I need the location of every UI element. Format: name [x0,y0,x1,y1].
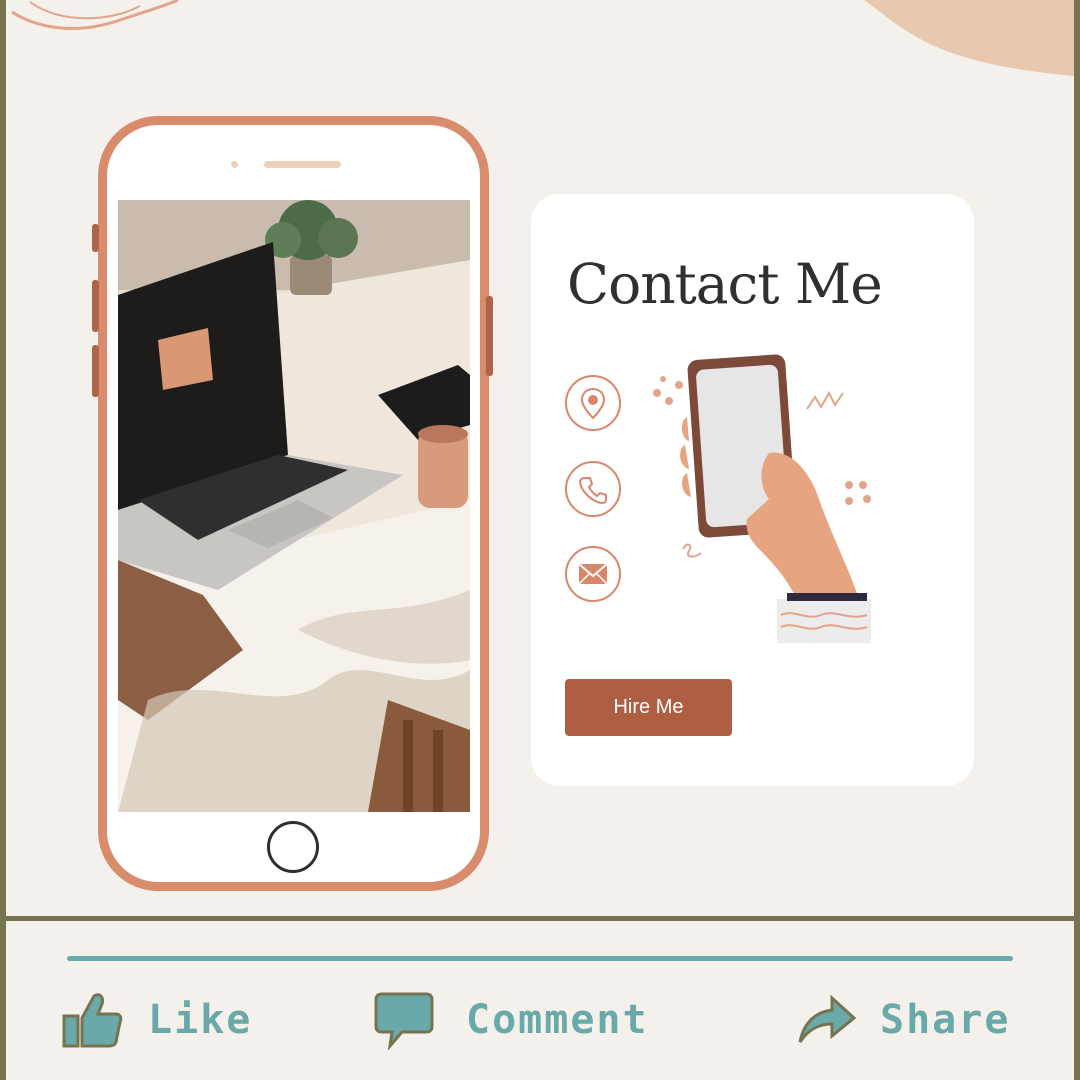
social-bar-line [67,956,1013,961]
share-label: Share [880,997,1011,1043]
share-action[interactable]: Share [796,985,1010,1055]
section-divider [0,916,1080,921]
phone-power-button [486,296,493,376]
phone-icon[interactable] [565,461,621,517]
thumbs-up-icon [62,993,123,1048]
phone-camera [231,161,238,168]
like-action[interactable]: Like [60,985,252,1055]
home-button[interactable] [267,821,319,873]
phone-screen-photo [118,200,470,812]
like-label: Like [148,997,253,1043]
phone-side-button [92,280,99,332]
hire-me-button[interactable]: Hire Me [565,679,732,736]
comment-action[interactable]: Comment [374,985,649,1055]
phone-side-button [92,345,99,397]
mail-icon[interactable] [565,546,621,602]
share-arrow-icon [798,994,856,1043]
comment-label: Comment [466,997,649,1043]
phone-speaker [264,161,341,168]
workspace-photo [118,200,470,812]
phone-side-button [92,224,99,252]
location-pin-icon[interactable] [565,375,621,431]
hand-holding-phone-illustration [653,354,871,643]
phone-mockup [98,116,489,891]
comment-bubble-icon [374,992,434,1050]
contact-card: Contact Me Hire Me [531,194,974,786]
card-title: Contact Me [567,252,883,316]
decorative-blob [864,0,1074,76]
decorative-scribble [11,0,179,30]
